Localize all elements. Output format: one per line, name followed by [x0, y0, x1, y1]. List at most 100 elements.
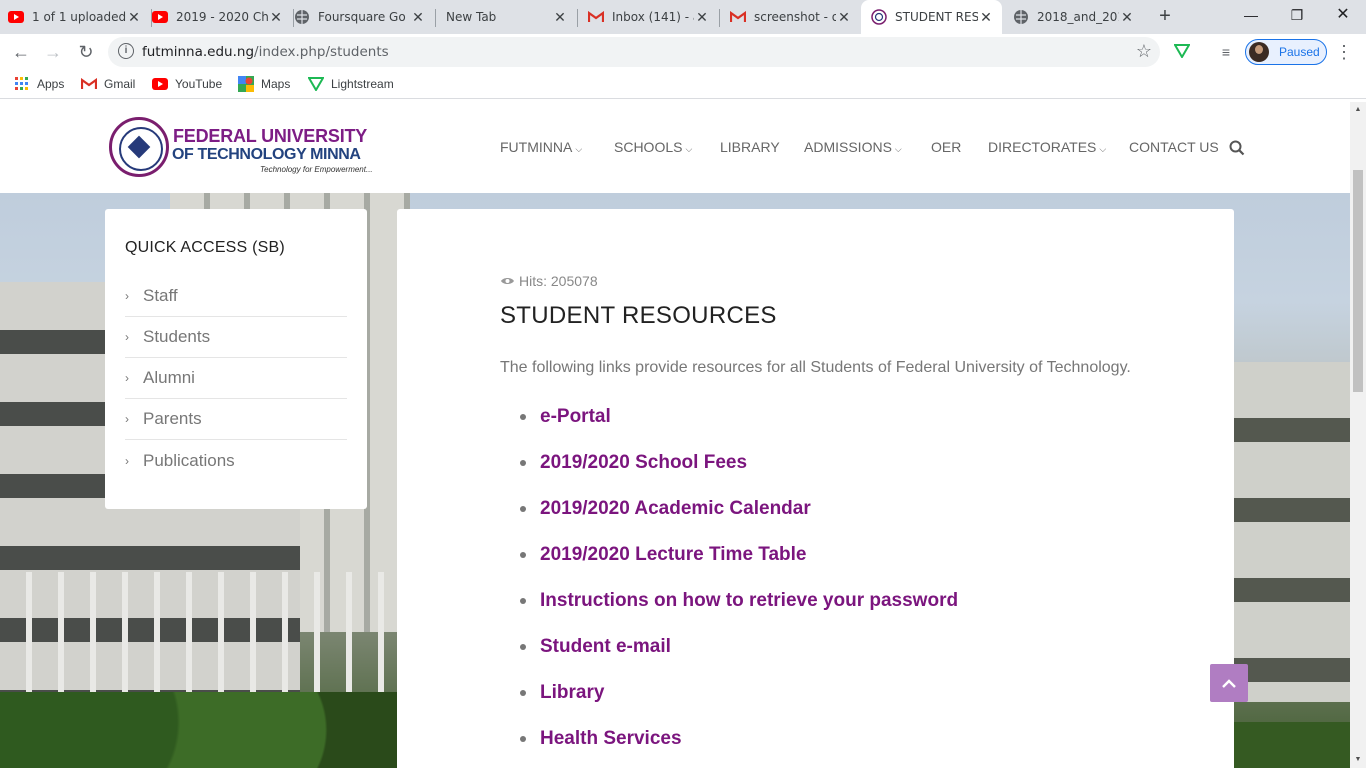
nav-oer[interactable]: OER: [931, 139, 961, 155]
close-tab-icon[interactable]: ✕: [552, 9, 568, 26]
bookmark-label: YouTube: [175, 77, 223, 91]
profile-button[interactable]: Paused: [1245, 39, 1327, 65]
page-scrollbar[interactable]: ▲ ▼: [1350, 102, 1366, 768]
forward-arrow-icon[interactable]: →: [41, 40, 65, 64]
link-retrieve-password[interactable]: Instructions on how to retrieve your pas…: [540, 589, 958, 613]
scroll-down-arrow-icon[interactable]: ▼: [1350, 752, 1366, 768]
info-icon[interactable]: i: [118, 43, 134, 59]
media-queue-icon[interactable]: ≡: [1214, 40, 1238, 64]
apps-grid-icon: [14, 76, 30, 92]
bookmark-gmail[interactable]: Gmail: [81, 76, 135, 92]
address-bar[interactable]: i futminna.edu.ng/index.php/students ☆: [108, 37, 1160, 67]
nav-label: OER: [931, 139, 962, 155]
quick-access-title: QUICK ACCESS (SB): [125, 239, 285, 256]
bullet: [520, 736, 526, 742]
tab-title: Foursquare Go: [318, 10, 406, 24]
search-icon[interactable]: [1229, 140, 1245, 156]
bookmark-apps[interactable]: Apps: [14, 76, 64, 92]
bullet: [520, 460, 526, 466]
tab-7-active[interactable]: STUDENT RESO ✕: [861, 0, 1002, 34]
nav-label: ADMISSIONS: [804, 139, 892, 155]
sidebar-item-label: Parents: [143, 409, 202, 428]
tab-4[interactable]: New Tab ✕: [436, 0, 576, 34]
tab-1[interactable]: 1 of 1 uploaded ✕: [8, 0, 150, 34]
close-tab-icon[interactable]: ✕: [410, 9, 426, 26]
chevron-down-icon: ⌵: [894, 144, 902, 154]
close-tab-icon[interactable]: ✕: [1119, 9, 1135, 26]
bookmark-label: Lightstream: [331, 77, 394, 91]
bookmark-maps[interactable]: Maps: [238, 76, 290, 92]
list-item: Library: [520, 681, 958, 727]
nav-contact-us[interactable]: CONTACT US: [1129, 139, 1219, 155]
maximize-button[interactable]: ❐: [1274, 0, 1320, 30]
tab-5[interactable]: Inbox (141) - a ✕: [578, 0, 718, 34]
sidebar-item-label: Alumni: [143, 368, 195, 387]
link-student-email[interactable]: Student e-mail: [540, 635, 671, 659]
maps-icon: [238, 76, 254, 92]
close-tab-icon[interactable]: ✕: [694, 9, 710, 26]
scroll-to-top-button[interactable]: [1210, 664, 1248, 702]
browser-menu-icon[interactable]: ⋮: [1332, 40, 1356, 64]
new-tab-button[interactable]: +: [1154, 6, 1176, 28]
bookmarks-bar: Apps Gmail YouTube Maps Lightstream: [0, 70, 1366, 99]
nav-futminna[interactable]: FUTMINNA ⌵: [500, 139, 582, 155]
tab-title: Inbox (141) - a: [612, 10, 694, 24]
list-item: 2019/2020 Academic Calendar: [520, 497, 958, 543]
tab-2[interactable]: 2019 - 2020 Ch ✕: [152, 0, 292, 34]
futminna-favicon: [871, 9, 887, 25]
chevron-right-icon: ›: [125, 453, 129, 468]
sidebar-item-alumni[interactable]: › Alumni: [125, 358, 347, 399]
browser-toolbar: ← → ↻ i futminna.edu.ng/index.php/studen…: [0, 34, 1366, 70]
close-tab-icon[interactable]: ✕: [268, 9, 284, 26]
list-item: Student e-mail: [520, 635, 958, 681]
sidebar-item-publications[interactable]: › Publications: [125, 440, 347, 481]
bookmark-star-icon[interactable]: ☆: [1136, 41, 1152, 62]
hits-counter: Hits: 205078: [500, 273, 598, 289]
nav-directorates[interactable]: DIRECTORATES ⌵: [988, 139, 1106, 155]
quick-access-panel: QUICK ACCESS (SB) › Staff › Students › Alum…: [105, 209, 367, 509]
url-text[interactable]: futminna.edu.ng/index.php/students: [142, 44, 389, 60]
list-item: Health Services: [520, 727, 958, 768]
nav-schools[interactable]: SCHOOLS ⌵: [614, 139, 692, 155]
sidebar-item-staff[interactable]: › Staff: [125, 276, 347, 317]
window-close-button[interactable]: ✕: [1320, 0, 1366, 30]
bookmark-youtube[interactable]: YouTube: [152, 76, 222, 92]
scroll-up-arrow-icon[interactable]: ▲: [1350, 102, 1366, 118]
link-health-services[interactable]: Health Services: [540, 727, 682, 751]
link-school-fees[interactable]: 2019/2020 School Fees: [540, 451, 747, 475]
tab-3[interactable]: Foursquare Go ✕: [294, 0, 434, 34]
tab-8[interactable]: 2018_and_201 ✕: [1003, 0, 1143, 34]
lightstream-extension-icon[interactable]: [1170, 40, 1194, 64]
article-panel: Hits: 205078 STUDENT RESOURCES The follo…: [397, 209, 1234, 768]
logo-text-line2[interactable]: OF TECHNOLOGY MINNA: [172, 146, 361, 164]
minimize-button[interactable]: —: [1228, 0, 1274, 30]
reload-icon[interactable]: ↻: [74, 40, 98, 64]
nav-admissions[interactable]: ADMISSIONS ⌵: [804, 139, 902, 155]
link-academic-calendar[interactable]: 2019/2020 Academic Calendar: [540, 497, 811, 521]
sidebar-item-students[interactable]: › Students: [125, 317, 347, 358]
link-library[interactable]: Library: [540, 681, 604, 705]
logo-text-line1[interactable]: FEDERAL UNIVERSITY: [173, 126, 367, 147]
close-tab-icon[interactable]: ✕: [126, 9, 142, 26]
avatar: [1249, 42, 1269, 62]
tab-6[interactable]: screenshot - o ✕: [720, 0, 860, 34]
sidebar-item-parents[interactable]: › Parents: [125, 399, 347, 440]
scrollbar-thumb[interactable]: [1353, 170, 1363, 392]
nav-label: LIBRARY: [720, 139, 780, 155]
link-e-portal[interactable]: e-Portal: [540, 405, 611, 429]
close-tab-icon[interactable]: ✕: [978, 9, 994, 26]
gmail-icon: [588, 9, 604, 25]
lightstream-icon: [308, 76, 324, 92]
list-item: Instructions on how to retrieve your pas…: [520, 589, 958, 635]
youtube-icon: [152, 76, 168, 92]
bookmark-lightstream[interactable]: Lightstream: [308, 76, 394, 92]
link-lecture-time-table[interactable]: 2019/2020 Lecture Time Table: [540, 543, 807, 567]
bullet: [520, 506, 526, 512]
bullet: [520, 598, 526, 604]
close-tab-icon[interactable]: ✕: [836, 9, 852, 26]
university-logo[interactable]: [109, 117, 169, 177]
back-arrow-icon[interactable]: ←: [9, 40, 33, 64]
youtube-icon: [152, 9, 168, 25]
bookmark-label: Gmail: [104, 77, 136, 91]
nav-library[interactable]: LIBRARY: [720, 139, 780, 155]
